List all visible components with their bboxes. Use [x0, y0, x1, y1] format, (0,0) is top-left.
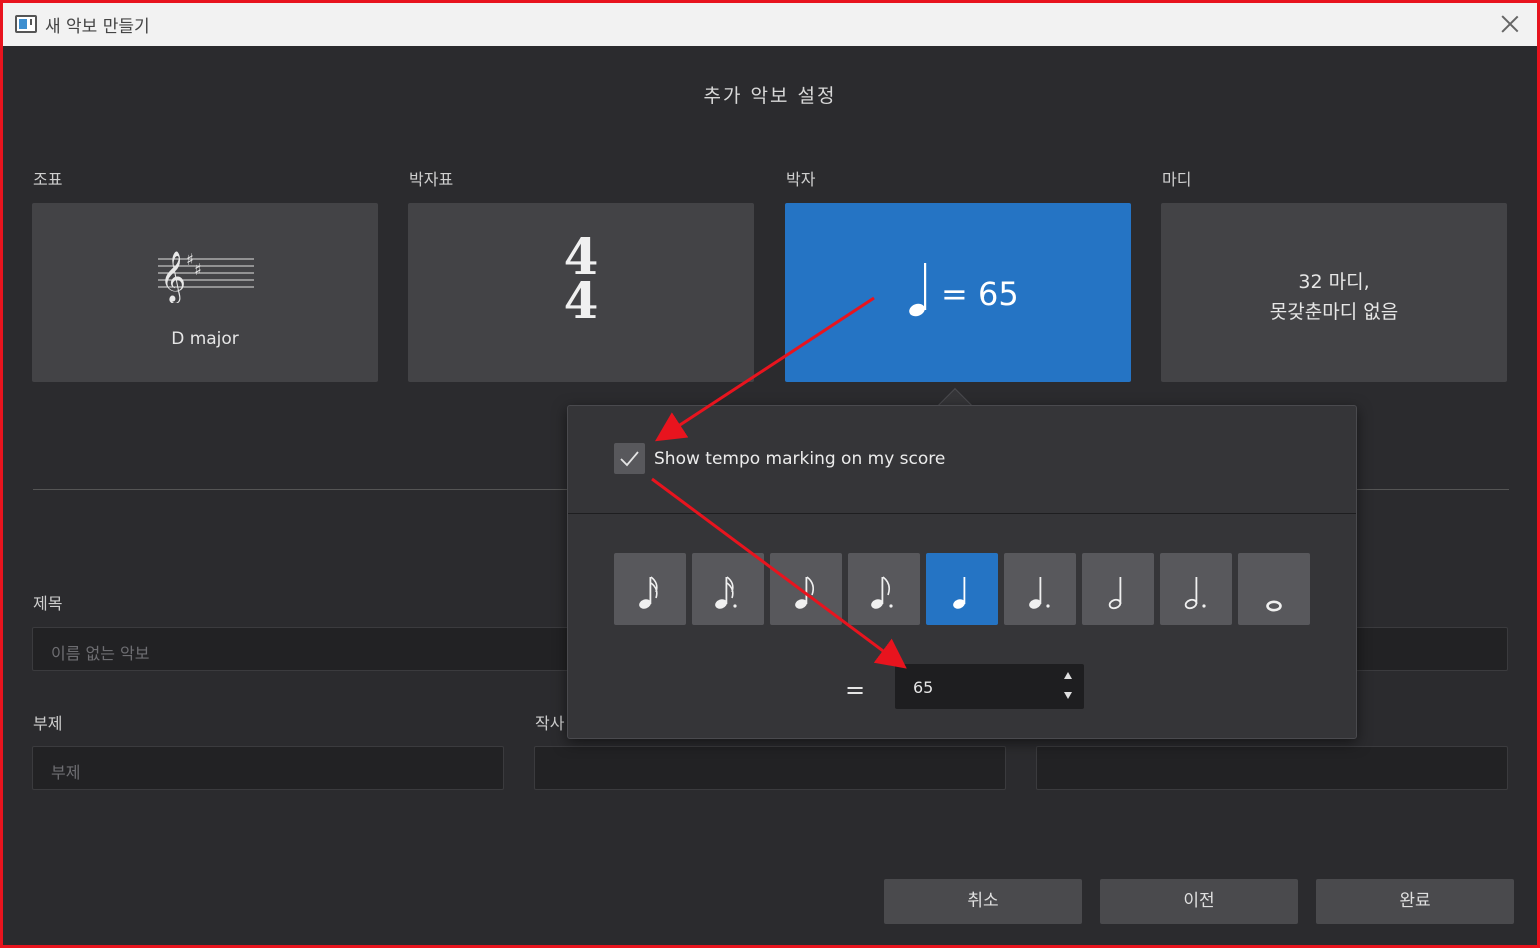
title-bar: 새 악보 만들기	[3, 3, 1537, 46]
svg-text:♯: ♯	[186, 250, 194, 269]
quarter-note-icon	[909, 263, 927, 317]
tempo-popover: Show tempo marking on my score = 65	[567, 405, 1357, 739]
time-signature-denominator: 4	[563, 271, 599, 330]
composer-field[interactable]	[534, 746, 1006, 790]
note-sixteenth-button[interactable]	[614, 553, 686, 625]
note-dotted-eighth-button[interactable]	[848, 553, 920, 625]
popover-divider	[568, 513, 1356, 514]
checkmark-icon	[620, 451, 639, 467]
dotted-quarter-note-icon	[1029, 577, 1050, 609]
subtitle-label: 부제	[33, 714, 63, 733]
note-quarter-button[interactable]	[926, 553, 998, 625]
measures-count: 32 마디,	[1298, 271, 1370, 293]
note-eighth-button[interactable]	[770, 553, 842, 625]
eighth-note-icon	[795, 576, 814, 609]
increment-icon[interactable]	[1064, 672, 1072, 679]
quarter-note-icon	[953, 577, 966, 609]
finish-button[interactable]: 완료	[1316, 879, 1514, 924]
equals-sign: =	[845, 676, 866, 704]
dotted-sixteenth-note-icon	[715, 576, 737, 609]
pickup-measure-status: 못갖춘마디 없음	[1269, 301, 1399, 323]
whole-note-icon	[1266, 600, 1282, 612]
tempo-label: 박자	[786, 170, 816, 189]
composer-label: 작사	[535, 714, 565, 733]
title-label: 제목	[33, 594, 63, 613]
note-half-button[interactable]	[1082, 553, 1154, 625]
dotted-eighth-note-icon	[871, 576, 893, 609]
subtitle-field[interactable]: 부제	[32, 746, 504, 790]
tempo-input-value: 65	[913, 678, 934, 697]
measures-card[interactable]: 32 마디, 못갖춘마디 없음	[1161, 203, 1507, 382]
key-signature-value: D major	[171, 329, 239, 349]
treble-clef-staff-icon: 𝄞 ♯ ♯	[158, 250, 254, 303]
key-signature-label: 조표	[33, 170, 63, 189]
measures-label: 마디	[1162, 170, 1192, 189]
decrement-icon[interactable]	[1064, 692, 1072, 699]
show-tempo-checkbox[interactable]	[614, 443, 645, 474]
app-icon	[15, 15, 37, 33]
show-tempo-label[interactable]: Show tempo marking on my score	[654, 449, 945, 469]
dialog-window: 새 악보 만들기 추가 악보 설정 조표 박자표 박자 마디 𝄞 ♯ ♯ D m…	[0, 0, 1540, 948]
note-dotted-quarter-button[interactable]	[1004, 553, 1076, 625]
svg-text:♯: ♯	[194, 260, 202, 279]
tempo-input[interactable]: 65	[895, 664, 1084, 709]
dotted-half-note-icon	[1184, 577, 1206, 610]
time-signature-label: 박자표	[409, 170, 454, 189]
svg-text:𝄞: 𝄞	[160, 251, 186, 303]
close-icon[interactable]	[1497, 11, 1523, 37]
page-heading: 추가 악보 설정	[703, 85, 837, 107]
key-signature-card[interactable]: 𝄞 ♯ ♯ D major	[32, 203, 378, 382]
tempo-card-value: = 65	[941, 275, 1019, 313]
half-note-icon	[1108, 577, 1122, 610]
time-signature-card[interactable]: 4 4	[408, 203, 754, 382]
back-button[interactable]: 이전	[1100, 879, 1298, 924]
note-dotted-sixteenth-button[interactable]	[692, 553, 764, 625]
cancel-button[interactable]: 취소	[884, 879, 1082, 924]
window-title: 새 악보 만들기	[45, 17, 150, 37]
note-dotted-half-button[interactable]	[1160, 553, 1232, 625]
sixteenth-note-icon	[639, 576, 658, 609]
lyricist-field[interactable]	[1036, 746, 1508, 790]
note-whole-button[interactable]	[1238, 553, 1310, 625]
tempo-card[interactable]: = 65	[785, 203, 1131, 382]
